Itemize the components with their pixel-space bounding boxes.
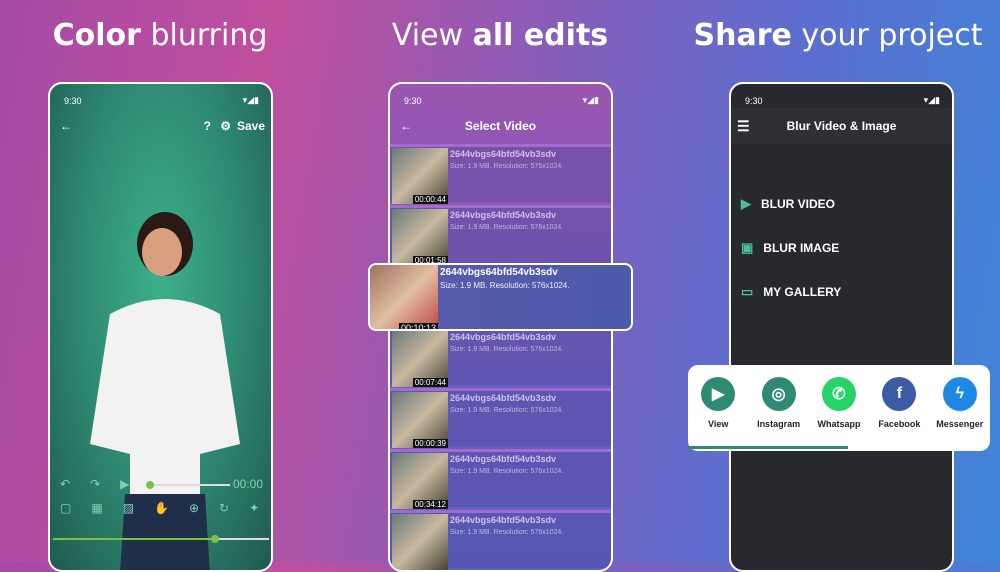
share-whatsapp[interactable]: ✆ Whatsapp bbox=[809, 377, 869, 451]
pixel-icon[interactable]: ▦ bbox=[91, 501, 102, 515]
video-info: Size: 1.9 MB. Resolution: 576x1024. bbox=[450, 529, 564, 536]
blur-video-item[interactable]: ▶ BLUR VIDEO bbox=[741, 196, 835, 212]
video-info: Size: 1.9 MB. Resolution: 576x1024. bbox=[450, 468, 564, 475]
messenger-icon: ϟ bbox=[942, 377, 977, 411]
app-title: Blur Video & Image bbox=[786, 119, 897, 133]
video-name: 2644vbgs64bfd54vb3sdv bbox=[450, 454, 557, 464]
share-facebook[interactable]: f Facebook bbox=[869, 377, 929, 451]
video-info: Size: 1.9 MB. Resolution: 576x1024. bbox=[440, 281, 570, 290]
video-icon: ▶ bbox=[741, 196, 751, 211]
hand-icon[interactable]: ✋ bbox=[154, 501, 169, 515]
video-item[interactable]: 00:07:44 2644vbgs64bfd54vb3sdv Size: 1.9 M… bbox=[390, 327, 611, 387]
gear-icon[interactable]: ⚙ bbox=[220, 119, 231, 133]
video-item[interactable]: 2644vbgs64bfd54vb3sdv Size: 1.9 MB. Resol… bbox=[390, 510, 611, 570]
page-title: Select Video bbox=[464, 119, 537, 133]
instagram-icon: ◎ bbox=[761, 377, 796, 411]
timer: 00:00 bbox=[232, 477, 263, 491]
select-toolbar: ← Select Video bbox=[390, 108, 611, 144]
video-name: 2644vbgs64bfd54vb3sdv bbox=[450, 210, 557, 220]
video-item[interactable]: 00:00:44 2644vbgs64bfd54vb3sdv Size: 1.9 M… bbox=[390, 144, 611, 204]
editor-toolbar: ← ? ⚙ Save bbox=[50, 108, 271, 144]
image-icon: ▣ bbox=[741, 240, 754, 255]
scroll-indicator bbox=[688, 446, 848, 449]
menu-icon[interactable]: ☰ bbox=[737, 118, 750, 135]
share-sheet: ▶ View ◎ Instagram ✆ Whatsapp f Facebook ϟ Me… bbox=[688, 365, 990, 451]
help-icon[interactable]: ? bbox=[204, 119, 211, 133]
tool-row: ▢ ▦ ▨ ✋ ⊕ ↻ ✦ bbox=[50, 496, 271, 520]
seek-slider[interactable] bbox=[146, 481, 230, 489]
video-thumbnail: 00:34:12 bbox=[392, 453, 448, 509]
share-view[interactable]: ▶ View bbox=[688, 377, 748, 451]
video-thumbnail: 00:00:39 bbox=[392, 392, 448, 448]
save-button[interactable]: Save bbox=[237, 119, 265, 133]
back-icon[interactable]: ← bbox=[400, 119, 412, 133]
video-info: Size: 1.9 MB. Resolution: 576x1024. bbox=[450, 163, 564, 170]
video-name: 2644vbgs64bfd54vb3sdv bbox=[450, 149, 557, 159]
status-bar: 9:30 ▾◢▮ bbox=[745, 95, 940, 106]
video-info: Size: 1.9 MB. Resolution: 576x1024. bbox=[450, 407, 564, 414]
heading-share: Share your project bbox=[693, 18, 983, 53]
video-item[interactable]: 00:01:58 2644vbgs64bfd54vb3sdv Size: 1.9 M… bbox=[390, 205, 611, 265]
video-item[interactable]: 00:00:39 2644vbgs64bfd54vb3sdv Size: 1.9 M… bbox=[390, 388, 611, 448]
back-icon[interactable]: ← bbox=[60, 119, 72, 133]
stripes-icon[interactable]: ▨ bbox=[123, 501, 134, 515]
video-thumbnail: 00:01:58 bbox=[392, 209, 448, 265]
video-name: 2644vbgs64bfd54vb3sdv bbox=[450, 332, 557, 342]
add-icon[interactable]: ⊕ bbox=[189, 501, 199, 515]
intensity-slider[interactable] bbox=[53, 535, 269, 543]
video-thumbnail: 00:00:44 bbox=[392, 148, 448, 204]
play-icon[interactable]: ▶ bbox=[120, 477, 129, 491]
blur-image-item[interactable]: ▣ BLUR IMAGE bbox=[741, 240, 839, 256]
status-bar: 9:30 ▾◢▮ bbox=[64, 95, 259, 106]
home-phone: 9:30 ▾◢▮ ☰ Blur Video & Image ▶ BLUR VIDEO… bbox=[729, 82, 954, 572]
share-instagram[interactable]: ◎ Instagram bbox=[749, 377, 809, 451]
video-info: Size: 1.9 MB. Resolution: 576x1024. bbox=[450, 224, 564, 231]
highlighted-video-item[interactable]: 00:10:13 2644vbgs64bfd54vb3sdv Size: 1.9… bbox=[368, 263, 633, 331]
video-name: 2644vbgs64bfd54vb3sdv bbox=[440, 267, 558, 278]
redo-icon[interactable]: ↷ bbox=[90, 477, 100, 491]
video-name: 2644vbgs64bfd54vb3sdv bbox=[450, 515, 557, 525]
magic-icon[interactable]: ✦ bbox=[249, 501, 259, 515]
undo-icon[interactable]: ↶ bbox=[60, 477, 70, 491]
share-messenger[interactable]: ϟ Messenger bbox=[930, 377, 990, 451]
rotate-icon[interactable]: ↻ bbox=[219, 501, 229, 515]
video-thumbnail: 00:10:13 bbox=[370, 265, 438, 329]
folder-icon: ▭ bbox=[741, 284, 754, 299]
status-bar: 9:30 ▾◢▮ bbox=[404, 95, 599, 106]
crop-icon[interactable]: ▢ bbox=[60, 501, 71, 515]
video-info: Size: 1.9 MB. Resolution: 576x1024. bbox=[450, 346, 564, 353]
whatsapp-icon: ✆ bbox=[821, 377, 856, 411]
play-icon: ▶ bbox=[701, 377, 736, 411]
video-thumbnail: 00:07:44 bbox=[392, 331, 448, 387]
my-gallery-item[interactable]: ▭ MY GALLERY bbox=[741, 284, 841, 300]
heading-view-edits: View all edits bbox=[391, 18, 609, 53]
video-name: 2644vbgs64bfd54vb3sdv bbox=[450, 393, 557, 403]
editor-phone: 9:30 ▾◢▮ ← ? ⚙ Save ↶ ↷ ▶ 00:00 ▢ ▦ ▨ ✋ ⊕ ↻ ✦ bbox=[48, 82, 273, 572]
facebook-icon: f bbox=[882, 377, 917, 411]
home-toolbar: ☰ Blur Video & Image bbox=[731, 108, 952, 144]
heading-color-blurring: Color blurring bbox=[52, 18, 268, 53]
video-item[interactable]: 00:34:12 2644vbgs64bfd54vb3sdv Size: 1.9 M… bbox=[390, 449, 611, 509]
